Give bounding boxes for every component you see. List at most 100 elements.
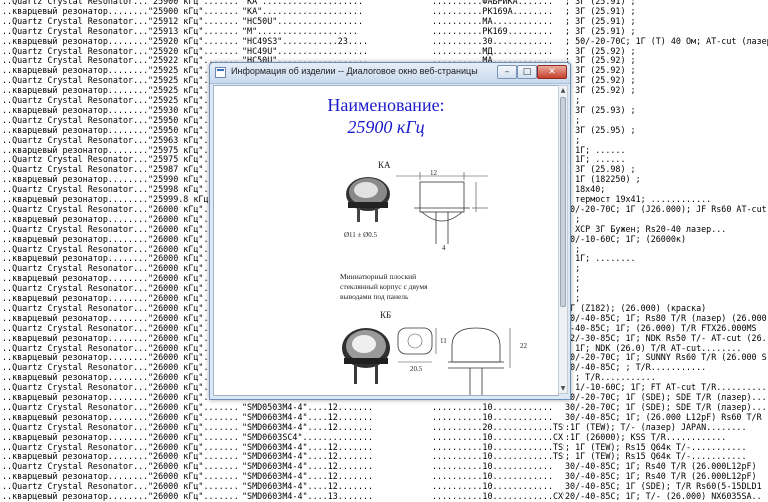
item-type: ..кварцевый резонатор............ — [2, 491, 148, 501]
dialog-titlebar[interactable]: Информация об изделии -- Диалоговое окно… — [210, 63, 570, 84]
kb-dim-width: 20.5 — [410, 365, 423, 373]
dialog-content: Наименование: 25900 кГц КА 12 Ø11 ± Ø0.5… — [213, 85, 559, 396]
minimize-button[interactable]: – — [497, 65, 517, 79]
item-frequency: "26000 кГц"......... — [148, 411, 240, 422]
page-icon — [215, 67, 226, 78]
scroll-up-arrow-icon[interactable]: ▲ — [559, 86, 567, 95]
item-notes: ; XCP ЗГ Бужен; Rs20-40 лазер... — [565, 223, 727, 234]
ka-dimension-drawing — [396, 172, 488, 244]
item-type: ..Quartz Crystal Resonator....... — [2, 342, 148, 353]
item-notes: 30/-20-70C; 1Г (SDE); SDE T/R (лазер)...… — [565, 401, 768, 412]
item-type: ..кварцевый резонатор............ — [2, 124, 148, 135]
item-notes: ; ЗГ (25.91) ; — [565, 15, 636, 26]
item-misc: ..........10............ — [432, 461, 554, 472]
maximize-button[interactable]: □ — [517, 65, 537, 79]
item-type: ..Quartz Crystal Resonator....... — [2, 164, 148, 175]
item-type: ..кварцевый резонатор............ — [2, 35, 148, 46]
item-type: ..Quartz Crystal Resonator....... — [2, 95, 148, 105]
package-label-kb: КБ — [380, 310, 392, 320]
item-notes: ; 1Г (TEW); Rs15 Q64к T/-........... — [565, 451, 747, 462]
item-notes: ; ; — [565, 293, 581, 303]
item-notes: ; ; — [565, 283, 581, 294]
item-misc: ..........30............ — [432, 35, 554, 46]
item-notes: 30/-40-85C; 1Г; (26.000 L12pF) Rs60 T/R — [565, 411, 762, 422]
item-notes: ; ; T/R........... — [565, 372, 656, 383]
item-type: ..Quartz Crystal Resonator....... — [2, 243, 148, 254]
item-notes: /-40-85C; 1Г; (26.000) T/R FTX26.000MS — [565, 322, 757, 333]
item-type: ..кварцевый резонатор............ — [2, 213, 148, 224]
item-notes: ; ЗГ (25.92) ; — [565, 65, 636, 76]
kb-photo — [342, 328, 390, 384]
item-type: ..кварцевый резонатор............ — [2, 392, 148, 402]
item-package: "HC49S3"...........23.... — [242, 35, 369, 46]
item-package: "SMD0603M4-4"....12....... — [242, 461, 374, 472]
item-type: ..Quartz Crystal Resonator....... — [2, 114, 148, 125]
item-frequency: "25912 кГц"......... — [148, 15, 240, 26]
item-misc: ..........10............ — [432, 411, 554, 422]
item-frequency: "26000 кГц"......... — [148, 421, 240, 432]
item-notes: 30/-20-70C; 1Г (SDE); SDE T/R (лазер)...… — [565, 392, 768, 402]
item-notes: ; ; — [565, 95, 581, 105]
item-type: ..кварцевый резонатор............ — [2, 104, 148, 115]
listing-row: ..Quartz Crystal Resonator......."25912 … — [0, 16, 768, 26]
ka-photo — [346, 177, 390, 222]
kb-dim-side: 11 — [440, 337, 447, 345]
item-notes: 30/-40-85C; 1Г; Rs80 T/R (лазер) (26.000… — [565, 312, 768, 323]
item-frequency: "26000 кГц"......... — [148, 471, 240, 482]
kb-dim-height: 22 — [520, 342, 527, 350]
item-package: "SMD0603M4-4"....12....... — [242, 441, 374, 452]
item-misc: ..........РК169A........ — [432, 5, 554, 16]
dialog-title: Информация об изделии -- Диалоговое окно… — [231, 66, 478, 76]
listing-row: ..Quartz Crystal Resonator......."26000 … — [0, 481, 768, 491]
item-notes: ; 1Г (182250) ; — [565, 174, 641, 185]
item-notes: 30/-20-70C; 1Г; SUNNY Rs60 T/R (26.000 S — [565, 352, 767, 363]
listing-row: ..кварцевый резонатор............"26000 … — [0, 491, 768, 501]
item-misc: ..........10............CX9F...... — [432, 491, 564, 501]
item-package: "KA".................... — [242, 5, 364, 16]
item-notes: ; ЗГ (25.91) ; — [565, 25, 636, 36]
item-type: ..кварцевый резонатор............ — [2, 451, 148, 462]
item-type: ..Quartz Crystal Resonator....... — [2, 322, 148, 333]
item-type: ..Quartz Crystal Resonator....... — [2, 154, 148, 165]
heading-frequency: 25900 кГц — [347, 117, 425, 137]
item-type: ..кварцевый резонатор............ — [2, 312, 148, 323]
item-package: "M".................... — [242, 25, 358, 36]
item-type: ..Quartz Crystal Resonator....... — [2, 75, 148, 86]
scroll-thumb[interactable] — [560, 97, 566, 307]
item-notes: 30/-20-70C; 1Г (J26.000); JF Rs60 AT-cut — [565, 203, 767, 214]
item-type: ..Quartz Crystal Resonator....... — [2, 382, 148, 393]
listing-row: ..кварцевый резонатор............"26000 … — [0, 471, 768, 481]
item-type: ..кварцевый резонатор............ — [2, 431, 148, 442]
item-type: ..Quartz Crystal Resonator....... — [2, 283, 148, 294]
product-info-dialog: Информация об изделии -- Диалоговое окно… — [209, 62, 571, 400]
item-notes: ; ЗГ (25.92) ; — [565, 85, 636, 96]
listing-row: ..кварцевый резонатор............"26000 … — [0, 412, 768, 422]
item-type: ..Quartz Crystal Resonator....... — [2, 25, 148, 36]
item-type: ..кварцевый резонатор............ — [2, 233, 148, 244]
item-type: ..Quartz Crystal Resonator....... — [2, 184, 148, 195]
item-notes: ; 18x40; — [565, 184, 606, 195]
item-notes: ; 1Г; ...... — [565, 144, 626, 155]
item-frequency: "26000 кГц"......... — [148, 401, 240, 412]
item-notes: ; ЗГ (25.91) ; — [565, 5, 636, 16]
item-package: "SMD0603M4-4"....12....... — [242, 481, 374, 492]
heading-label: Наименование: — [327, 95, 445, 115]
item-package: "SMD0503M4-4"....12....... — [242, 401, 374, 412]
item-misc: ..........10............CX-96F.... — [432, 431, 564, 442]
item-frequency: "25920 кГц"......... — [148, 35, 240, 46]
item-frequency: "26000 кГц"......... — [148, 431, 240, 442]
ka-dim-pin: 4 — [442, 244, 446, 252]
item-notes: ; ЗГ (25.92) ; — [565, 45, 636, 56]
item-type: ..Quartz Crystal Resonator....... — [2, 302, 148, 313]
item-notes: ; ; — [565, 243, 581, 254]
scroll-down-arrow-icon[interactable]: ▼ — [559, 384, 567, 393]
item-notes: ; ЗГ (25.98) ; — [565, 164, 636, 175]
item-notes: 50/-10-60C; 1Г; (26000к) — [565, 233, 687, 244]
close-button[interactable]: ✕ — [537, 65, 567, 79]
item-type: ..кварцевый резонатор............ — [2, 332, 148, 343]
item-type: ..кварцевый резонатор............ — [2, 144, 148, 155]
item-type: ..Quartz Crystal Resonator....... — [2, 421, 148, 432]
item-type: ..кварцевый резонатор............ — [2, 273, 148, 284]
item-package: "SMD0603M4-4"....12....... — [242, 471, 374, 482]
dialog-scrollbar[interactable]: ▲ ▼ — [558, 85, 568, 394]
